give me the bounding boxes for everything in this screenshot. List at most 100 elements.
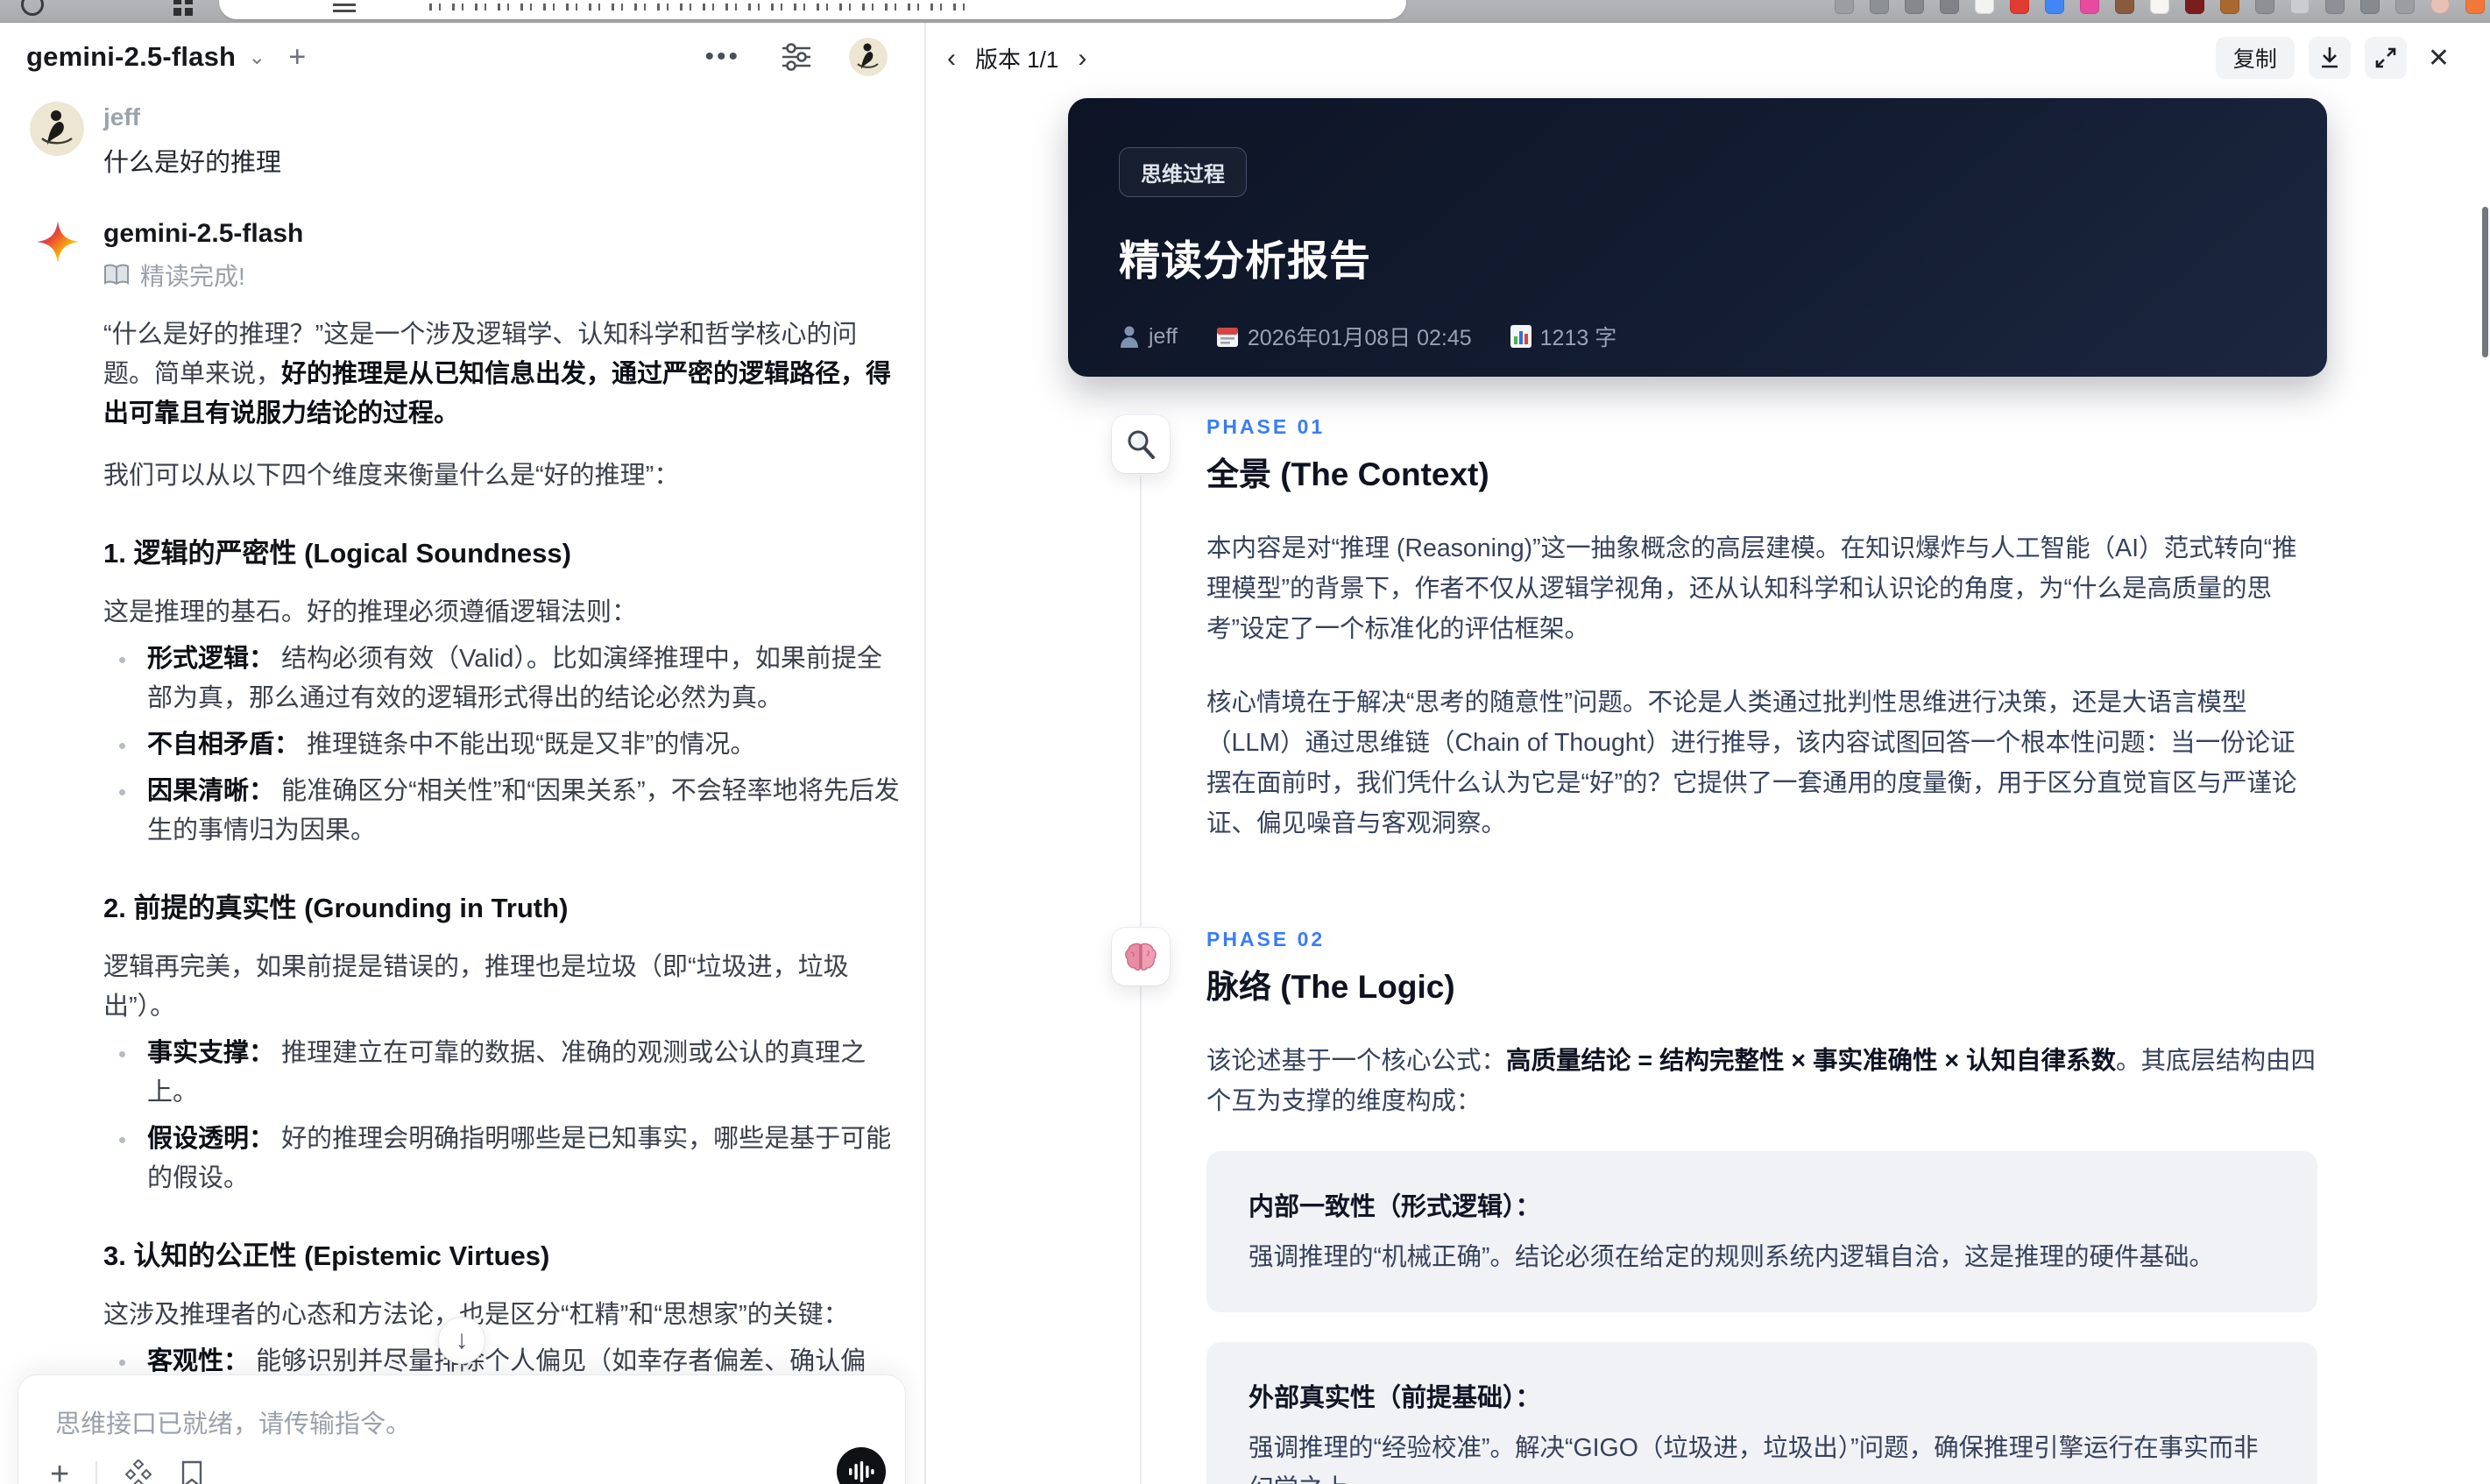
extension-icon[interactable] (2325, 0, 2345, 14)
more-menu-icon[interactable]: ••• (704, 42, 740, 72)
version-label: 版本 1/1 (975, 46, 1059, 73)
version-next-button[interactable]: › (1072, 44, 1092, 74)
new-chat-button[interactable]: + (288, 40, 306, 74)
phase-paragraph: 本内容是对“推理 (Reasoning)”这一抽象概念的高层建模。在知识爆炸与人… (1206, 534, 2297, 643)
browser-apps-grid-icon[interactable] (172, 0, 195, 18)
expand-icon (2375, 47, 2396, 68)
hero-badge: 思维过程 (1119, 147, 1247, 197)
report-hero-card: 思维过程 精读分析报告 jeff 2026年01月08日 02:45 1213 … (1068, 98, 2327, 377)
scrollbar-thumb[interactable] (2482, 207, 2488, 357)
extension-icon[interactable] (2185, 0, 2204, 14)
chat-section-1: 1. 逻辑的严密性 (Logical Soundness) 这是推理的基石。好的… (103, 531, 907, 851)
browser-toolbar (0, 0, 2490, 23)
brain-icon (1125, 943, 1157, 971)
extension-icon[interactable] (2045, 0, 2064, 14)
section-title: 3. 认知的公正性 (Epistemic Virtues) (103, 1240, 550, 1271)
book-icon (104, 264, 129, 286)
bar-chart-icon (1510, 325, 1531, 348)
extension-icon[interactable] (2465, 0, 2485, 14)
phase-title: 全景 (The Context) (1206, 456, 1489, 492)
extension-icon[interactable] (2220, 0, 2239, 14)
extension-icon[interactable] (2360, 0, 2380, 14)
voice-input-button[interactable] (837, 1447, 886, 1484)
list-item: 形式逻辑： 结构必须有效（Valid）。比如演绎推理中，如果前提全部为真，那么通… (103, 640, 907, 718)
extension-icon[interactable] (2290, 0, 2310, 14)
extension-icon[interactable] (2010, 0, 2029, 14)
partial-url-fragments (429, 4, 973, 11)
artifact-actions: 复制 ✕ (2215, 37, 2457, 79)
expand-button[interactable] (2364, 37, 2407, 79)
composer-toolbar: + (50, 1458, 204, 1484)
extension-icon[interactable] (1835, 0, 1854, 14)
extension-icon[interactable] (2395, 0, 2415, 14)
scroll-to-bottom-button[interactable]: ↓ (438, 1317, 485, 1364)
extension-icon[interactable] (1905, 0, 1924, 14)
divider (95, 1461, 98, 1484)
calendar-icon (1216, 328, 1238, 347)
extension-icon[interactable] (1975, 0, 1994, 14)
section-intro: 这是推理的基石。好的推理必须遵循逻辑法则： (103, 598, 638, 626)
card-body: 强调推理的“经验校准”。解决“GIGO（垃圾进，垃圾出）”问题，确保推理引擎运行… (1249, 1434, 2259, 1484)
datetime-meta: 2026年01月08日 02:45 (1216, 321, 1472, 352)
extension-icon[interactable] (2115, 0, 2134, 14)
extension-icon[interactable] (1870, 0, 1889, 14)
word-count-meta: 1213 字 (1510, 321, 1616, 352)
browser-reload-icon[interactable] (21, 0, 44, 16)
phase-01: PHASE 01 全景 (The Context) 本内容是对“推理 (Reas… (1112, 415, 2327, 844)
bullet-dot (119, 1051, 125, 1057)
status-text: 精读完成! (140, 263, 245, 290)
user-avatar (30, 102, 84, 156)
phase-01-tile (1112, 415, 1170, 473)
app-body: gemini-2.5-flash ⌄ + ••• jeff 什么是好的推理 ge… (0, 23, 2490, 1484)
phase-timeline: PHASE 01 全景 (The Context) 本内容是对“推理 (Reas… (1112, 415, 2327, 1484)
download-button[interactable] (2308, 37, 2351, 79)
version-navigator: ‹ 版本 1/1 › (942, 42, 1092, 74)
copy-button[interactable]: 复制 (2215, 37, 2295, 79)
phase-label: PHASE 01 (1206, 415, 1326, 438)
artifact-panel: ‹ 版本 1/1 › 复制 ✕ 思维过程 精读分析报告 jeff 2026年01… (926, 23, 2490, 1484)
bookmark-icon[interactable] (180, 1459, 204, 1484)
model-name[interactable]: gemini-2.5-flash (26, 41, 236, 73)
list-item: 不自相矛盾： 推理链条中不能出现“既是又非”的情况。 (103, 725, 907, 765)
dimension-card-2: 外部真实性（前提基础）： 强调推理的“经验校准”。解决“GIGO（垃圾进，垃圾出… (1206, 1342, 2317, 1484)
chat-section-2: 2. 前提的真实性 (Grounding in Truth) 逻辑再完美，如果前… (103, 886, 907, 1198)
person-icon (1121, 326, 1138, 348)
app-window: gemini-2.5-flash ⌄ + ••• jeff 什么是好的推理 ge… (0, 0, 2490, 1484)
user-avatar[interactable] (849, 38, 888, 76)
extension-icon[interactable] (2150, 0, 2169, 14)
address-menu-icon (333, 4, 356, 12)
author-meta: jeff (1119, 324, 1178, 350)
browser-address-bar[interactable] (219, 0, 1406, 19)
composer-placeholder: 思维接口已就绪，请传输指令。 (55, 1410, 412, 1438)
attach-plus-icon[interactable]: + (50, 1458, 69, 1484)
browser-extension-icons[interactable] (1835, 0, 2485, 14)
extension-icon[interactable] (2080, 0, 2099, 14)
bullet-dot (119, 743, 125, 749)
version-prev-button[interactable]: ‹ (942, 44, 961, 74)
bullet-dot (119, 1137, 125, 1143)
extension-icon[interactable] (1940, 0, 1959, 14)
extension-icon[interactable] (2255, 0, 2274, 14)
section-intro: 逻辑再完美，如果前提是错误的，推理也是垃圾（即“垃圾进，垃圾出”）。 (103, 953, 849, 1021)
chevron-down-icon[interactable]: ⌄ (248, 45, 265, 70)
dimension-card-1: 内部一致性（形式逻辑）： 强调推理的“机械正确”。结论必须在给定的规则系统内逻辑… (1206, 1151, 2317, 1312)
extension-icon[interactable] (2430, 0, 2450, 14)
close-button[interactable]: ✕ (2421, 43, 2457, 74)
message-composer[interactable]: 思维接口已就绪，请传输指令。 + (18, 1374, 906, 1484)
phase-02: PHASE 02 脉络 (The Logic) 该论述基于一个核心公式：高质量结… (1112, 928, 2327, 1484)
chat-message-list: jeff 什么是好的推理 gemini-2.5-flash 精读完成! “什么是… (26, 96, 907, 1484)
user-message: jeff 什么是好的推理 (26, 100, 907, 179)
phase-intro: 该论述基于一个核心公式：高质量结论 = 结构完整性 × 事实准确性 × 认知自律… (1206, 1047, 2316, 1115)
list-item: 假设透明： 好的推理会明确指明哪些是已知事实，哪些是基于可能的假设。 (103, 1120, 907, 1198)
message-author: jeff (103, 103, 140, 131)
gemini-star-icon (37, 221, 79, 263)
bullet-dot (119, 657, 125, 663)
settings-sliders-icon[interactable] (779, 39, 814, 74)
sparkle-diamonds-icon[interactable] (124, 1459, 153, 1484)
ai-intro-paragraph: “什么是好的推理？”这是一个涉及逻辑学、认知科学和哲学核心的问题。简单来说，好的… (103, 321, 892, 428)
section-title: 2. 前提的真实性 (Grounding in Truth) (103, 893, 569, 923)
bullet-dot (119, 1360, 125, 1366)
phase-title: 脉络 (The Logic) (1206, 969, 1455, 1005)
list-item: 事实支撑： 推理建立在可靠的数据、准确的观测或公认的真理之上。 (103, 1034, 907, 1113)
phase-label: PHASE 02 (1206, 928, 1326, 950)
